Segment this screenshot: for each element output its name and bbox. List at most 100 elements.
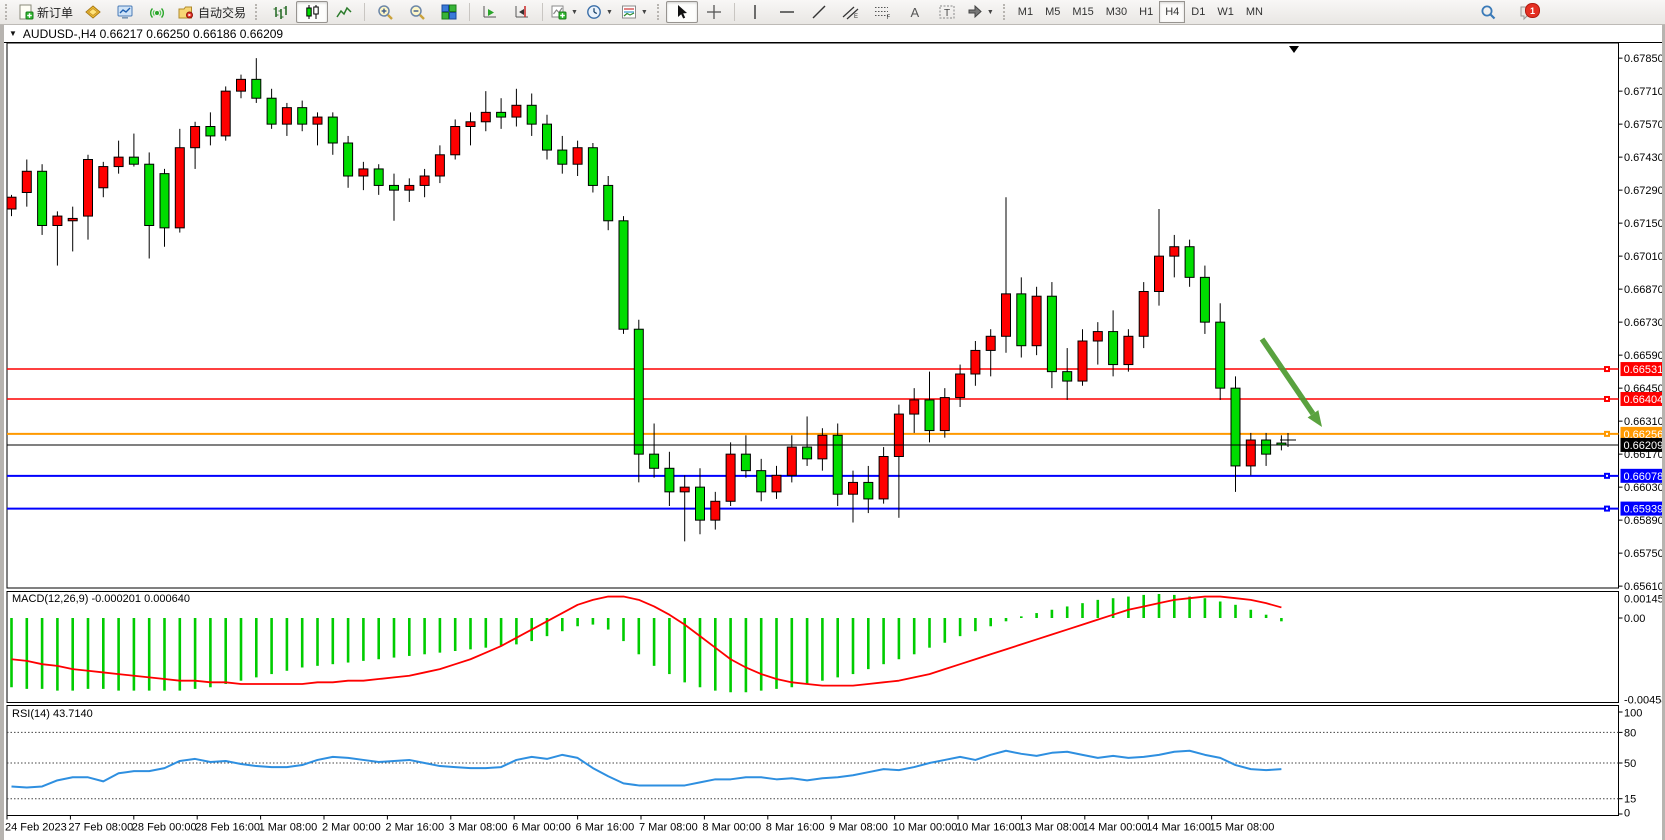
tab-timeframe-m30[interactable]: M30 [1100,1,1133,23]
time-axis-label: 14 Mar 00:00 [1083,822,1148,834]
price-axis-label: 0.67430 [1624,152,1662,164]
search-button[interactable] [1472,1,1504,23]
zoom-in-button[interactable] [369,1,401,23]
chart-canvas[interactable]: 0.678500.677100.675700.674300.672900.671… [4,24,1662,840]
bar-chart-button[interactable] [264,1,296,23]
dropdown-arrow-icon[interactable]: ▼ [641,9,648,16]
price-axis-label: 0.65750 [1624,548,1662,560]
text-label-icon: T [938,4,956,20]
notification-badge[interactable]: 1 [1525,3,1540,18]
dropdown-arrow-icon[interactable]: ▼ [606,9,613,16]
tab-timeframe-d1[interactable]: D1 [1185,1,1211,23]
text-label-button[interactable]: T [931,1,963,23]
candle-up [175,148,184,228]
gold-icon [84,4,102,20]
crosshair-button[interactable] [698,1,730,23]
candle-down [1063,372,1072,381]
tab-timeframe-w1[interactable]: W1 [1211,1,1240,23]
chart-title: AUDUSD-,H4 0.66217 0.66250 0.66186 0.662… [23,27,283,41]
candle-down [1200,277,1209,322]
trendline-button[interactable] [803,1,835,23]
signal-button[interactable] [141,1,173,23]
toolbar-drag-handle[interactable] [5,4,10,20]
indicators-button[interactable]: ▼ [547,1,582,23]
candle-down [604,185,613,220]
price-axis-label: 0.67010 [1624,251,1662,263]
time-axis-label: 2 Mar 00:00 [322,822,381,834]
candle-up [313,117,322,124]
price-axis-label: 0.66870 [1624,284,1662,296]
toolbar-drag-handle[interactable] [1003,4,1008,20]
price-axis-label: 0.67850 [1624,53,1662,65]
rsi-axis-label: 80 [1624,727,1636,739]
tab-timeframe-m15[interactable]: M15 [1066,1,1099,23]
candle-down [588,148,597,186]
candle-up [772,475,781,492]
tile-windows-button[interactable] [433,1,465,23]
time-axis-label: 27 Feb 08:00 [68,822,133,834]
auto-scroll-button[interactable] [474,1,506,23]
candle-down [665,468,674,492]
svg-text:T: T [944,8,950,19]
time-axis-label: 1 Mar 08:00 [259,822,318,834]
candle-up [99,167,108,188]
candle-down [527,105,536,124]
price-axis-label: 0.66030 [1624,482,1662,494]
tab-timeframe-mn[interactable]: MN [1240,1,1269,23]
channel-button[interactable]: E [835,1,867,23]
line-chart-button[interactable] [328,1,360,23]
horizontal-line-icon [779,4,795,20]
candle-up [1246,440,1255,466]
candle-down [696,487,705,520]
periods-button[interactable]: ▼ [582,1,617,23]
candle-up [191,127,200,148]
templates-button[interactable]: ▼ [617,1,652,23]
tab-timeframe-m1[interactable]: M1 [1012,1,1039,23]
notifications-button[interactable]: 1 [1512,1,1544,23]
terminal-button[interactable] [109,1,141,23]
time-axis-label: 7 Mar 08:00 [639,822,698,834]
candle-down [129,157,138,164]
dropdown-arrow-icon[interactable]: ▼ [571,9,578,16]
autotrade-label: 自动交易 [198,4,246,21]
time-axis-label: 13 Mar 08:00 [1019,822,1084,834]
bar-chart-icon [272,4,288,20]
candlestick-chart-button[interactable] [296,1,328,23]
toolbar-drag-handle[interactable] [657,4,662,20]
fibonacci-button[interactable]: F [867,1,899,23]
candle-down [1231,388,1240,466]
chart-title-bar[interactable]: ▼ AUDUSD-,H4 0.66217 0.66250 0.66186 0.6… [4,25,1662,43]
zoom-out-button[interactable] [401,1,433,23]
toolbar-drag-handle[interactable] [255,4,260,20]
new-order-button[interactable]: 新订单 [14,1,77,23]
candle-up [68,218,77,220]
chart-dropdown-icon[interactable]: ▼ [9,29,17,38]
autotrade-button[interactable]: 自动交易 [173,1,250,23]
chart-shift-button[interactable] [506,1,538,23]
cursor-button[interactable] [666,1,698,23]
market-watch-button[interactable] [77,1,109,23]
candle-up [1155,256,1164,291]
dropdown-arrow-icon[interactable]: ▼ [987,9,994,16]
candle-up [910,400,919,414]
tab-timeframe-h4[interactable]: H4 [1159,1,1185,23]
candle-up [481,112,490,121]
candle-down [741,454,750,471]
time-axis-label: 14 Mar 16:00 [1146,822,1211,834]
candle-down [328,117,337,143]
candle-up [237,79,246,91]
tile-windows-icon [441,4,457,20]
text-button[interactable]: A [899,1,931,23]
tab-timeframe-h1[interactable]: H1 [1133,1,1159,23]
candle-up [1124,336,1133,364]
autotrade-icon [177,4,195,20]
candle-up [466,122,475,127]
shapes-button[interactable]: ▼ [963,1,998,23]
candle-down [497,112,506,117]
template-icon [621,4,637,20]
vertical-line-button[interactable] [739,1,771,23]
tab-timeframe-m5[interactable]: M5 [1039,1,1066,23]
svg-text:E: E [854,14,858,20]
horizontal-line-button[interactable] [771,1,803,23]
candle-down [267,98,276,124]
